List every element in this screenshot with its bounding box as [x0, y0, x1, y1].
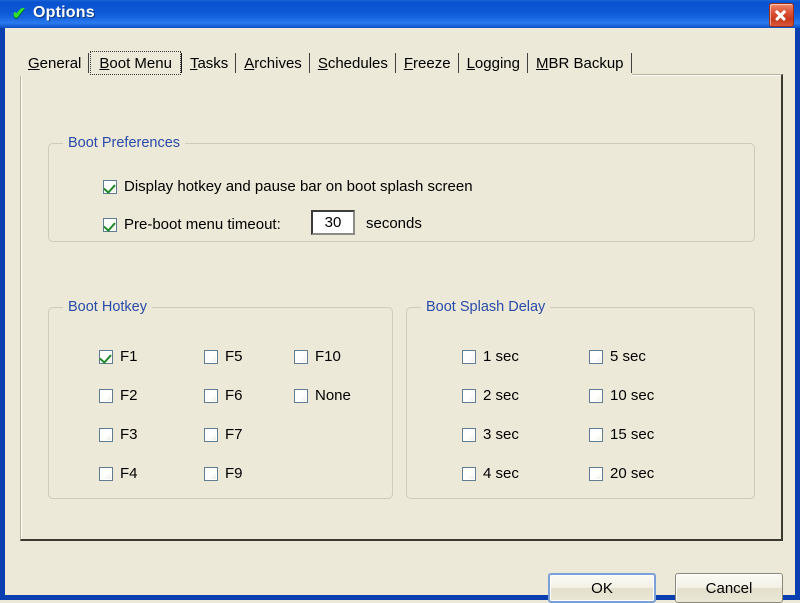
tab-label: Tasks — [189, 54, 229, 72]
checkbox-delay-10-sec[interactable]: 10 sec — [589, 387, 654, 404]
tab-label: General — [28, 54, 82, 72]
checkbox-label: F5 — [225, 348, 243, 365]
checkbox-hotkey-none[interactable]: None — [294, 387, 351, 404]
checkbox-box — [462, 466, 476, 481]
tab-label: Archives — [244, 54, 302, 72]
checkbox-box — [204, 388, 218, 403]
checkbox-box — [99, 427, 113, 442]
checkbox-label: 10 sec — [610, 387, 655, 404]
tab-label: Logging — [466, 54, 520, 72]
checkbox-label: F1 — [120, 348, 138, 365]
checkbox-delay-20-sec[interactable]: 20 sec — [589, 465, 654, 482]
title-bar[interactable]: ✔ Options — [0, 0, 800, 28]
checkbox-box — [103, 179, 117, 194]
checkbox-box — [204, 427, 218, 442]
group-caption-boot-preferences: Boot Preferences — [63, 135, 186, 151]
checkbox-label: F6 — [225, 387, 243, 404]
checkbox-label: Pre-boot menu timeout: — [124, 216, 281, 233]
tab-page-boot-menu: Boot Preferences Display hotkey and paus… — [20, 74, 783, 541]
checkbox-label: F7 — [225, 426, 243, 443]
checkbox-hotkey-f1[interactable]: F1 — [99, 348, 138, 365]
group-boot-preferences: Boot Preferences Display hotkey and paus… — [48, 135, 755, 242]
checkbox-preboot-timeout[interactable]: Pre-boot menu timeout: — [103, 216, 281, 233]
checkbox-delay-15-sec[interactable]: 15 sec — [589, 426, 654, 443]
tab-tasks[interactable]: Tasks — [181, 50, 237, 76]
checkbox-label: 5 sec — [610, 348, 646, 365]
group-caption-boot-splash-delay: Boot Splash Delay — [421, 299, 551, 315]
tab-general[interactable]: General — [20, 50, 90, 76]
checkbox-box — [462, 349, 476, 364]
tab-label: Boot Menu — [99, 54, 172, 72]
checkbox-delay-1-sec[interactable]: 1 sec — [462, 348, 519, 365]
dialog-client-area: General Boot Menu Tasks Archives Schedules Fr… — [5, 28, 795, 603]
checkbox-label: 4 sec — [483, 465, 519, 482]
checkbox-label: F3 — [120, 426, 138, 443]
tab-boot-menu[interactable]: Boot Menu — [89, 50, 183, 76]
group-caption-boot-hotkey: Boot Hotkey — [63, 299, 152, 315]
checkbox-box — [589, 427, 603, 442]
checkbox-hotkey-f7[interactable]: F7 — [204, 426, 243, 443]
checkbox-delay-4-sec[interactable]: 4 sec — [462, 465, 519, 482]
preboot-timeout-input[interactable] — [311, 210, 355, 235]
cancel-button[interactable]: Cancel — [675, 573, 783, 603]
checkbox-label: F9 — [225, 465, 243, 482]
checkbox-box — [99, 388, 113, 403]
group-boot-splash-delay: Boot Splash Delay 1 sec 2 sec 3 sec 4 sec 5 … — [406, 299, 755, 499]
checkbox-hotkey-f3[interactable]: F3 — [99, 426, 138, 443]
checkbox-label: 1 sec — [483, 348, 519, 365]
checkbox-hotkey-f9[interactable]: F9 — [204, 465, 243, 482]
group-boot-hotkey: Boot Hotkey F1 F2 F3 F4 F5 F6 F7 F9 F10 None — [48, 299, 393, 499]
checkbox-box — [204, 466, 218, 481]
checkbox-label: 3 sec — [483, 426, 519, 443]
checkbox-label: Display hotkey and pause bar on boot spl… — [124, 178, 473, 195]
checkbox-box — [462, 427, 476, 442]
checkbox-delay-3-sec[interactable]: 3 sec — [462, 426, 519, 443]
checkbox-box — [294, 349, 308, 364]
tab-mbr-backup[interactable]: MBR Backup — [527, 50, 632, 76]
checkbox-box — [99, 466, 113, 481]
checkbox-label: F4 — [120, 465, 138, 482]
checkbox-box — [589, 349, 603, 364]
tab-schedules[interactable]: Schedules — [309, 50, 396, 76]
tab-strip: General Boot Menu Tasks Archives Schedules Fr… — [20, 49, 632, 76]
checkbox-display-hotkey[interactable]: Display hotkey and pause bar on boot spl… — [103, 178, 473, 195]
checkbox-label: F2 — [120, 387, 138, 404]
checkbox-box — [462, 388, 476, 403]
checkbox-delay-5-sec[interactable]: 5 sec — [589, 348, 646, 365]
tab-freeze[interactable]: Freeze — [395, 50, 459, 76]
timeout-units-label: seconds — [366, 215, 422, 232]
checkbox-label: 20 sec — [610, 465, 655, 482]
checkbox-hotkey-f5[interactable]: F5 — [204, 348, 243, 365]
checkbox-label: F10 — [315, 348, 341, 365]
ok-button[interactable]: OK — [548, 573, 656, 603]
tab-separator — [630, 53, 632, 73]
checkbox-box — [99, 349, 113, 364]
checkbox-label: 15 sec — [610, 426, 655, 443]
window-title: Options — [33, 4, 95, 21]
checkbox-delay-2-sec[interactable]: 2 sec — [462, 387, 519, 404]
close-icon[interactable] — [769, 3, 794, 27]
checkbox-hotkey-f2[interactable]: F2 — [99, 387, 138, 404]
options-dialog-window: ✔ Options General Boot Menu Tasks Archives S… — [0, 0, 800, 603]
checkbox-box — [589, 466, 603, 481]
checkbox-box — [294, 388, 308, 403]
tab-logging[interactable]: Logging — [458, 50, 528, 76]
tab-label: Freeze — [403, 54, 451, 72]
checkbox-box — [589, 388, 603, 403]
tab-label: MBR Backup — [535, 54, 624, 72]
checkbox-hotkey-f4[interactable]: F4 — [99, 465, 138, 482]
checkbox-hotkey-f6[interactable]: F6 — [204, 387, 243, 404]
checkbox-box — [103, 217, 117, 232]
checkbox-box — [204, 349, 218, 364]
checkbox-label: 2 sec — [483, 387, 519, 404]
checkbox-hotkey-f10[interactable]: F10 — [294, 348, 341, 365]
tab-label: Schedules — [317, 54, 388, 72]
checkbox-label: None — [315, 387, 351, 404]
green-check-icon: ✔ — [11, 4, 27, 23]
tab-archives[interactable]: Archives — [236, 50, 310, 76]
